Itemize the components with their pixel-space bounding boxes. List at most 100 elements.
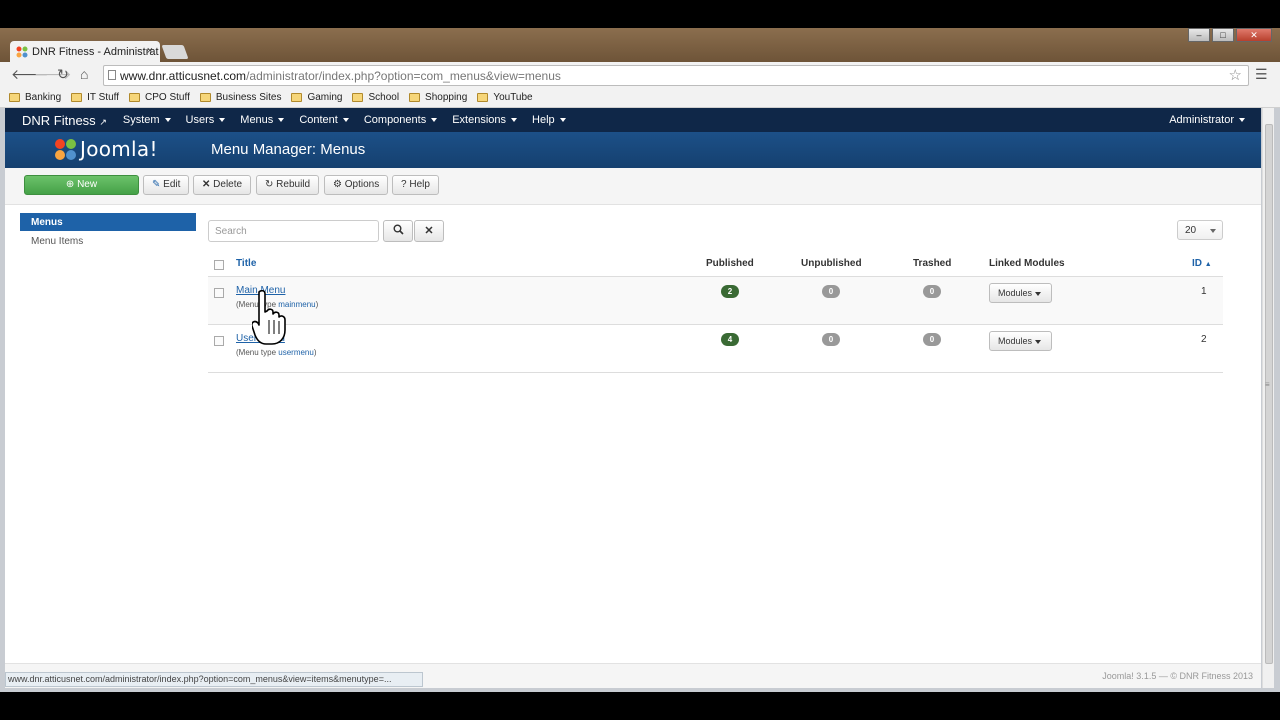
trashed-count-badge[interactable]: 0 xyxy=(923,285,941,298)
trashed-count-badge[interactable]: 0 xyxy=(923,333,941,346)
bookmark-star-icon[interactable]: ☆ xyxy=(1229,66,1242,84)
published-count-badge[interactable]: 4 xyxy=(721,333,739,346)
edit-label: Edit xyxy=(163,179,181,190)
rebuild-label: Rebuild xyxy=(276,179,311,190)
select-all-checkbox[interactable] xyxy=(214,260,224,270)
bookmark-gaming[interactable]: Gaming xyxy=(291,88,342,107)
unpublished-count-badge[interactable]: 0 xyxy=(822,285,840,298)
toolbar: ⊕ New ✎ Edit ✕ Delete ↻ Rebuild ⚙ Option… xyxy=(5,168,1261,205)
bookmark-label: Gaming xyxy=(307,92,343,103)
question-icon: ? xyxy=(401,179,407,190)
sidebar-item-menus[interactable]: Menus xyxy=(20,213,196,231)
caret-down-icon xyxy=(1035,339,1042,344)
modules-label: Modules xyxy=(998,288,1033,298)
row-checkbox[interactable] xyxy=(214,336,224,346)
caret-down-icon xyxy=(511,118,518,123)
caret-down-icon xyxy=(219,118,226,123)
published-count-badge[interactable]: 2 xyxy=(721,285,739,298)
nav-extensions[interactable]: Extensions xyxy=(452,114,518,126)
site-brand-label: DNR Fitness xyxy=(22,112,96,128)
nav-components[interactable]: Components xyxy=(363,114,438,126)
site-brand-link[interactable]: DNR Fitness ↗ xyxy=(5,113,107,128)
joomla-logo[interactable]: Joomla! xyxy=(55,137,158,161)
reload-icon[interactable]: ↻ xyxy=(57,66,69,83)
page-scrollbar[interactable]: ≡ xyxy=(1262,108,1274,688)
bookmark-it-stuff[interactable]: IT Stuff xyxy=(71,88,119,107)
minimize-icon[interactable]: – xyxy=(1188,28,1210,42)
caret-down-icon xyxy=(431,118,438,123)
sort-ascending-icon: ▲ xyxy=(1204,261,1212,268)
row-checkbox[interactable] xyxy=(214,288,224,298)
id-column-header[interactable]: ID ▲ xyxy=(1192,258,1212,269)
modules-dropdown-button[interactable]: Modules xyxy=(989,283,1052,303)
rebuild-button[interactable]: ↻ Rebuild xyxy=(256,175,320,195)
nav-users[interactable]: Users xyxy=(186,114,226,126)
delete-button[interactable]: ✕ Delete xyxy=(193,175,252,195)
joomla-favicon-icon xyxy=(16,46,28,58)
new-button[interactable]: ⊕ New xyxy=(24,175,139,195)
tab-close-icon[interactable]: × xyxy=(147,45,153,57)
nav-help[interactable]: Help xyxy=(532,114,566,126)
page-header: Joomla! Menu Manager: Menus xyxy=(5,132,1261,168)
new-tab-button[interactable] xyxy=(161,45,189,59)
sidebar-item-menu-items[interactable]: Menu Items xyxy=(31,236,83,247)
bookmark-label: YouTube xyxy=(493,92,533,103)
unpublished-count-badge[interactable]: 0 xyxy=(822,333,840,346)
bookmark-label: CPO Stuff xyxy=(145,92,190,103)
bookmark-label: School xyxy=(368,92,400,103)
published-column-header: Published xyxy=(706,258,754,269)
bookmark-cpo-stuff[interactable]: CPO Stuff xyxy=(129,88,190,107)
modules-label: Modules xyxy=(998,336,1033,346)
nav-content[interactable]: Content xyxy=(299,114,349,126)
footer-copyright: Joomla! 3.1.5 — © DNR Fitness 2013 xyxy=(1102,671,1253,681)
maximize-icon[interactable]: □ xyxy=(1212,28,1234,42)
options-button[interactable]: ⚙ Options xyxy=(324,175,389,195)
nav-label: Components xyxy=(363,114,427,126)
scrollbar-thumb[interactable] xyxy=(1265,124,1273,664)
bookmark-label: Shopping xyxy=(425,92,468,103)
id-header-label: ID xyxy=(1192,258,1202,269)
menu-type-label: (Menu type xyxy=(236,348,279,357)
table-row xyxy=(208,325,1223,372)
bookmark-banking[interactable]: Banking xyxy=(9,88,61,107)
folder-icon xyxy=(9,93,20,102)
folder-icon xyxy=(409,93,421,102)
nav-menus[interactable]: Menus xyxy=(240,114,285,126)
browser-titlebar xyxy=(0,28,1280,62)
url-host: www.dnr.atticusnet.com xyxy=(120,69,247,83)
bookmark-shopping[interactable]: Shopping xyxy=(409,88,467,107)
bookmark-business-sites[interactable]: Business Sites xyxy=(199,88,282,107)
nav-label: Extensions xyxy=(452,114,507,126)
clear-button[interactable]: ✕ xyxy=(414,220,444,242)
window-close-icon[interactable]: ✕ xyxy=(1236,28,1272,42)
caret-down-icon xyxy=(1210,229,1216,233)
nav-label: System xyxy=(122,114,160,126)
search-button[interactable] xyxy=(383,220,413,242)
refresh-icon: ↻ xyxy=(265,179,274,190)
bookmark-label: Banking xyxy=(25,92,62,103)
user-menu[interactable]: Administrator xyxy=(1169,114,1245,126)
edit-icon: ✎ xyxy=(152,179,161,190)
home-icon[interactable]: ⌂ xyxy=(80,66,88,82)
help-button[interactable]: ? Help xyxy=(392,175,439,195)
list-limit-select[interactable]: 20 xyxy=(1177,220,1223,240)
menu-type-close: ) xyxy=(313,348,317,357)
search-input[interactable]: Search xyxy=(208,220,379,242)
delete-label: Delete xyxy=(213,179,243,190)
address-bar[interactable]: www.dnr.atticusnet.com/administrator/ind… xyxy=(103,65,1249,86)
menu-type-close: ) xyxy=(315,300,319,309)
nav-label: Help xyxy=(532,114,555,126)
bookmark-youtube[interactable]: YouTube xyxy=(477,88,533,107)
nav-system[interactable]: System xyxy=(123,114,171,126)
new-label: New xyxy=(77,179,98,190)
browser-tab[interactable]: DNR Fitness - Administrat × xyxy=(10,41,160,63)
title-column-header[interactable]: Title xyxy=(236,258,256,269)
bookmark-school[interactable]: School xyxy=(352,88,399,107)
browser-menu-icon[interactable]: ☰ xyxy=(1255,66,1268,83)
page-icon xyxy=(108,70,116,80)
menu-type-value[interactable]: usermenu xyxy=(278,348,314,357)
edit-button[interactable]: ✎ Edit xyxy=(143,175,190,195)
modules-dropdown-button[interactable]: Modules xyxy=(989,331,1052,351)
caret-down-icon xyxy=(1239,118,1245,123)
bookmark-label: Business Sites xyxy=(215,92,282,103)
